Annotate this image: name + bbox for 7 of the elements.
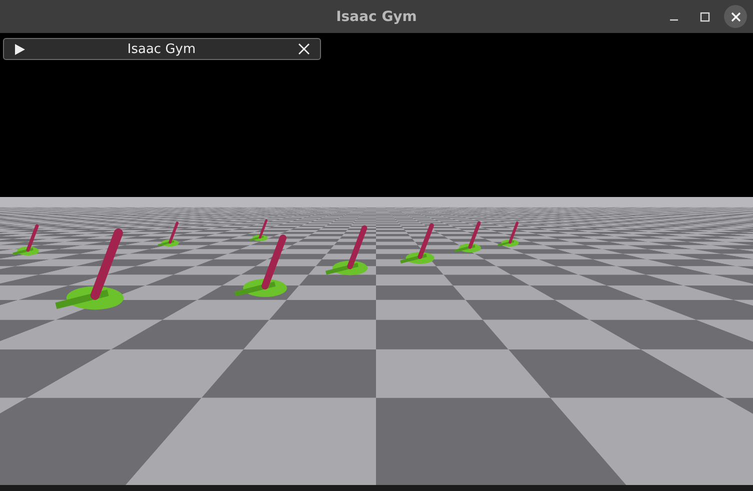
close-button[interactable] — [724, 5, 747, 28]
panel-title: Isaac Gym — [126, 42, 197, 56]
expand-icon[interactable] — [14, 44, 25, 54]
close-icon[interactable] — [298, 43, 310, 55]
maximize-icon[interactable] — [700, 12, 710, 22]
window-title: Isaac Gym — [336, 8, 417, 24]
panel-header[interactable]: Isaac Gym — [3, 38, 321, 60]
